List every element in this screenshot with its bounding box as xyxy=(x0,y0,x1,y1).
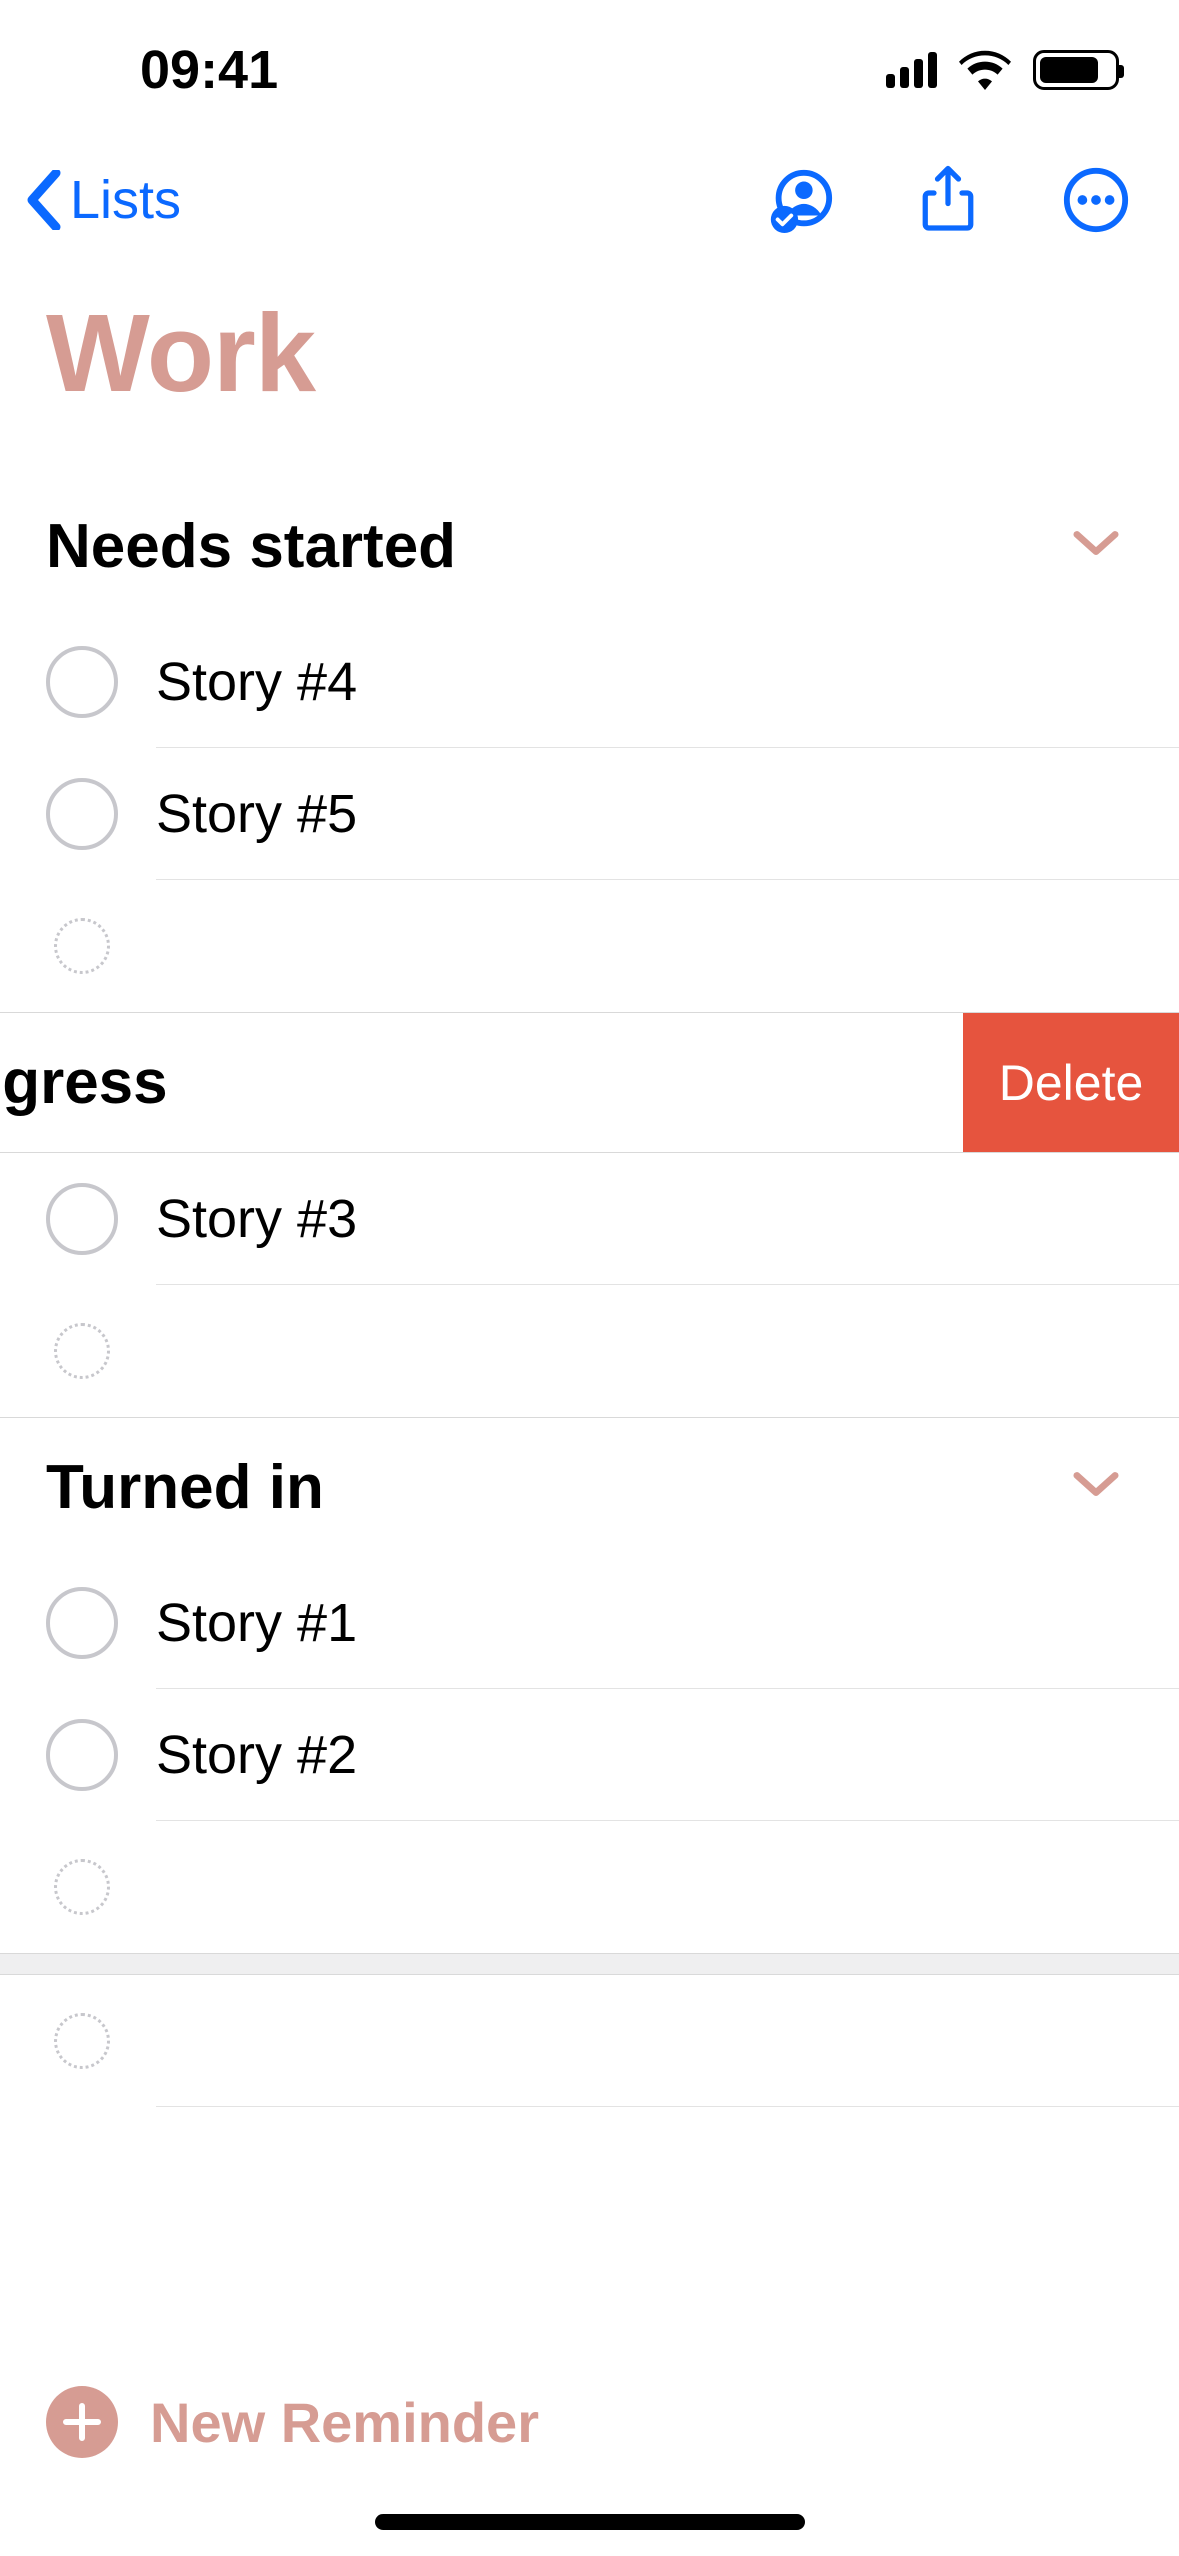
add-circle-placeholder-icon xyxy=(54,1323,110,1379)
add-reminder-placeholder[interactable] xyxy=(0,880,1179,1012)
add-reminder-placeholder[interactable] xyxy=(0,1975,1179,2107)
reminder-text: Story #4 xyxy=(156,651,357,713)
section-header-in-progress[interactable]: In progress xyxy=(0,1013,963,1152)
reminder-item[interactable]: Story #4 xyxy=(0,616,1179,748)
back-button[interactable]: Lists xyxy=(24,169,181,231)
status-indicators xyxy=(886,50,1119,90)
completion-circle[interactable] xyxy=(46,1587,118,1659)
reminder-text: Story #5 xyxy=(156,783,357,845)
home-indicator[interactable] xyxy=(375,2514,805,2530)
reminder-item[interactable]: Story #1 xyxy=(0,1557,1179,1689)
person-badge-icon xyxy=(765,165,835,235)
battery-icon xyxy=(1033,50,1119,90)
section-header-needs-started[interactable]: Needs started xyxy=(0,477,1179,616)
reminder-item[interactable]: Story #5 xyxy=(0,748,1179,880)
add-reminder-placeholder[interactable] xyxy=(0,1821,1179,1953)
completion-circle[interactable] xyxy=(46,1719,118,1791)
completion-circle[interactable] xyxy=(46,778,118,850)
wifi-icon xyxy=(959,50,1011,90)
add-circle-placeholder-icon xyxy=(54,918,110,974)
reminder-text: Story #1 xyxy=(156,1592,357,1654)
nav-bar: Lists xyxy=(0,140,1179,260)
chevron-down-icon[interactable] xyxy=(1073,1470,1119,1505)
section-title: Needs started xyxy=(46,511,456,582)
section-header-in-progress-swiped: In progress Delete xyxy=(0,1012,1179,1153)
completion-circle[interactable] xyxy=(46,646,118,718)
chevron-down-icon[interactable] xyxy=(1073,529,1119,564)
ellipsis-circle-icon xyxy=(1061,165,1131,235)
section-header-turned-in[interactable]: Turned in xyxy=(0,1418,1179,1557)
add-reminder-placeholder[interactable] xyxy=(0,1285,1179,1417)
new-reminder-label: New Reminder xyxy=(150,2390,539,2455)
collaborate-button[interactable] xyxy=(765,165,835,235)
add-circle-placeholder-icon xyxy=(54,2013,110,2069)
more-button[interactable] xyxy=(1061,165,1131,235)
reminder-item[interactable]: Story #2 xyxy=(0,1689,1179,1821)
status-time: 09:41 xyxy=(0,39,278,101)
plus-circle-icon xyxy=(46,2386,118,2458)
reminder-text: Story #3 xyxy=(156,1188,357,1250)
section-title: In progress xyxy=(0,1047,168,1118)
back-label: Lists xyxy=(70,169,181,231)
completion-circle[interactable] xyxy=(46,1183,118,1255)
share-icon xyxy=(913,165,983,235)
new-reminder-button[interactable]: New Reminder xyxy=(0,2386,1179,2458)
add-circle-placeholder-icon xyxy=(54,1859,110,1915)
status-bar: 09:41 xyxy=(0,0,1179,140)
cellular-icon xyxy=(886,52,937,88)
section-separator xyxy=(0,1953,1179,1975)
section-title: Turned in xyxy=(46,1452,324,1523)
chevron-left-icon xyxy=(24,170,64,230)
delete-button[interactable]: Delete xyxy=(963,1013,1179,1152)
reminder-text: Story #2 xyxy=(156,1724,357,1786)
page-title: Work xyxy=(0,260,1179,477)
reminder-item[interactable]: Story #3 xyxy=(0,1153,1179,1285)
share-button[interactable] xyxy=(913,165,983,235)
